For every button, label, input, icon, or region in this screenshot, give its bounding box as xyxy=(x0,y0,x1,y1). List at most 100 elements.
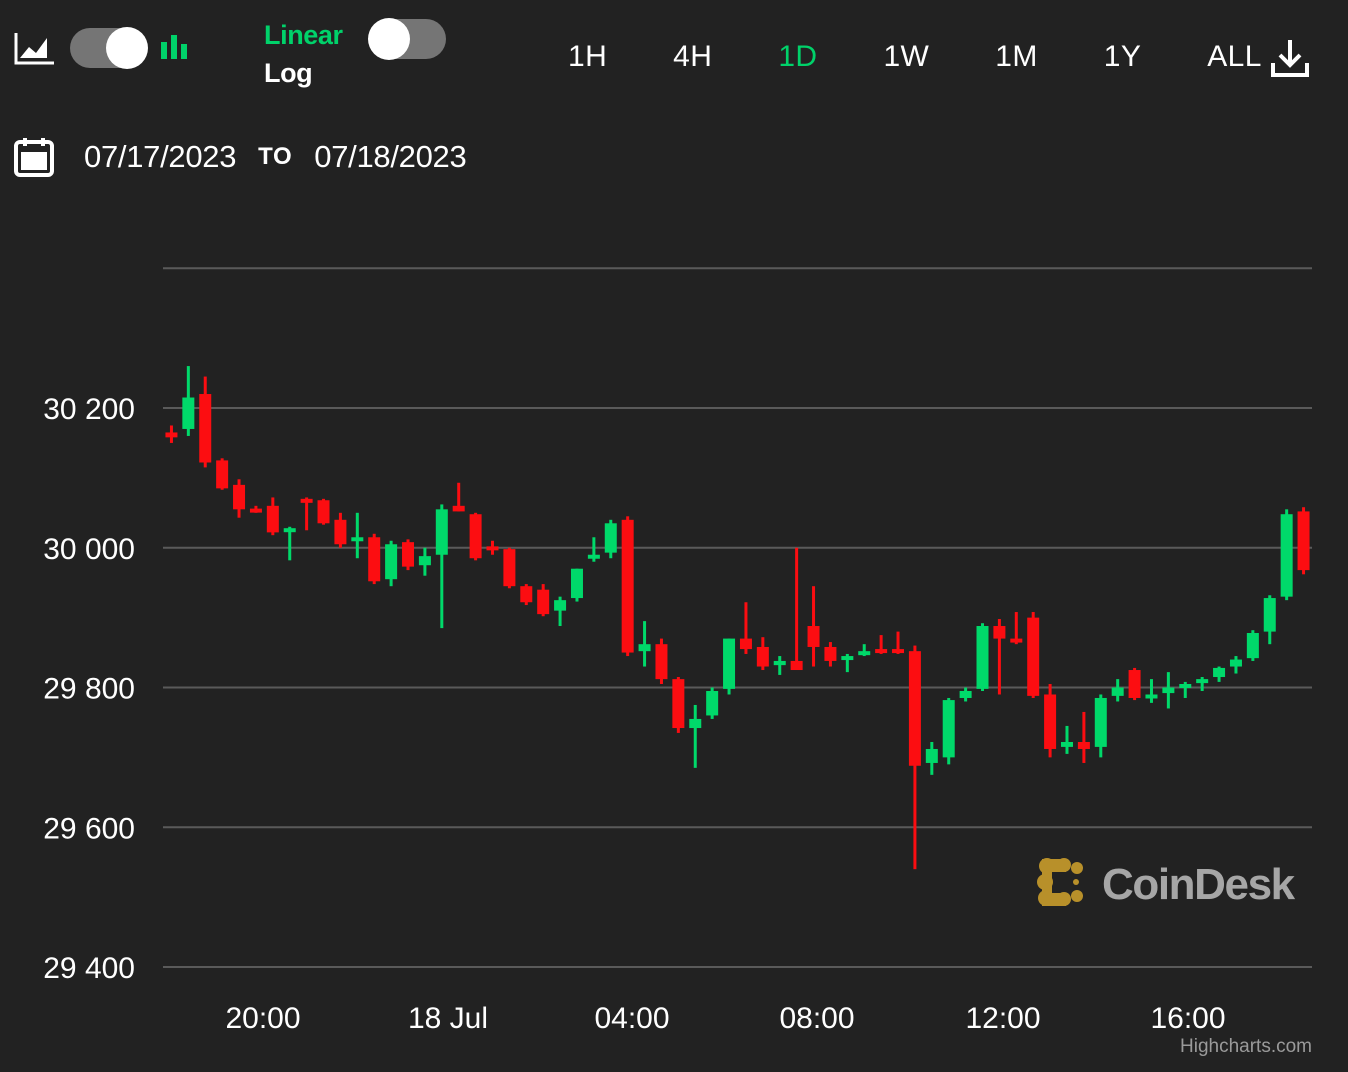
candlestick xyxy=(875,635,888,654)
candlestick xyxy=(1263,595,1276,645)
candle-body xyxy=(283,528,296,533)
candlestick xyxy=(1196,677,1209,691)
candlestick xyxy=(317,498,330,525)
candlestick xyxy=(756,637,769,671)
candlestick xyxy=(1044,684,1057,758)
candle-body xyxy=(266,505,279,533)
candle-wick xyxy=(778,656,782,675)
candlestick xyxy=(418,547,431,576)
candlestick xyxy=(554,596,567,627)
chart-toolbar: Linear Log 1H 4H 1D 1W 1M 1Y ALL xyxy=(0,0,1348,118)
candle-body xyxy=(807,626,820,647)
candle-body xyxy=(1128,670,1141,698)
date-from[interactable]: 07/17/2023 xyxy=(84,139,236,175)
candlestick xyxy=(402,539,415,571)
scale-switcher: Linear Log xyxy=(264,16,454,102)
candlestick xyxy=(1010,612,1023,645)
candle-wick xyxy=(524,584,528,606)
candle-body xyxy=(790,660,803,671)
candle-wick xyxy=(1166,672,1170,709)
candlestick xyxy=(1077,711,1090,763)
candlestick xyxy=(908,645,921,870)
candle-body xyxy=(706,690,719,716)
range-button-1y[interactable]: 1Y xyxy=(1071,40,1175,74)
scale-log-label[interactable]: Log xyxy=(264,54,343,92)
candle-body xyxy=(233,484,246,510)
candle-wick xyxy=(659,638,663,685)
candle-wick xyxy=(828,642,832,667)
range-button-1h[interactable]: 1H xyxy=(535,40,640,74)
candle-wick xyxy=(1133,667,1137,701)
candle-body xyxy=(1077,742,1090,749)
candle-wick xyxy=(845,653,849,673)
candle-body xyxy=(655,644,668,680)
chart-type-toggle[interactable] xyxy=(70,27,148,69)
candle-body xyxy=(1263,598,1276,632)
range-button-1w[interactable]: 1W xyxy=(850,40,962,74)
toggle-knob xyxy=(106,27,148,69)
range-button-1m[interactable]: 1M xyxy=(962,40,1070,74)
scale-toggle[interactable] xyxy=(368,18,446,60)
range-button-4h[interactable]: 4H xyxy=(640,40,745,74)
candlestick xyxy=(249,505,262,513)
candle-wick xyxy=(1200,677,1204,691)
candle-body xyxy=(570,568,583,599)
candlestick xyxy=(942,697,955,765)
scale-linear-label[interactable]: Linear xyxy=(264,16,343,54)
highcharts-credit[interactable]: Highcharts.com xyxy=(1180,1036,1312,1057)
candle-wick xyxy=(727,638,731,695)
candle-wick xyxy=(237,479,241,518)
candlestick xyxy=(655,638,668,685)
candle-wick xyxy=(541,584,545,617)
candlestick xyxy=(182,366,195,436)
candle-wick xyxy=(930,742,934,775)
candle-wick xyxy=(643,621,647,667)
candle-body xyxy=(1179,684,1192,689)
candle-wick xyxy=(592,537,596,562)
date-range-picker[interactable]: 07/17/2023 TO 07/18/2023 xyxy=(14,130,467,184)
candlestick xyxy=(1280,509,1293,601)
candle-wick xyxy=(490,540,494,555)
candlestick xyxy=(858,644,871,657)
candle-body xyxy=(435,509,448,555)
scale-labels: Linear Log xyxy=(264,16,343,92)
candle-wick xyxy=(812,586,816,667)
candlestick xyxy=(165,425,178,443)
candlestick-chart-icon[interactable] xyxy=(158,31,192,65)
x-axis-tick-label: 18 Jul xyxy=(408,1002,488,1035)
candle-body xyxy=(858,651,871,656)
candlestick xyxy=(723,638,736,695)
calendar-icon[interactable] xyxy=(14,136,54,178)
candlestick xyxy=(1111,679,1124,702)
candle-wick xyxy=(981,623,985,691)
candlestick xyxy=(1027,612,1040,698)
candlestick xyxy=(486,540,499,555)
area-chart-icon[interactable] xyxy=(14,31,56,65)
date-to[interactable]: 07/18/2023 xyxy=(314,139,466,175)
y-axis-tick-label: 30 000 xyxy=(43,533,135,566)
candlestick xyxy=(1213,666,1226,682)
candle-wick xyxy=(474,512,478,561)
candle-wick xyxy=(710,687,714,719)
candlestick xyxy=(604,519,617,559)
candle-body xyxy=(689,718,702,729)
candlestick xyxy=(1060,725,1073,754)
candle-body xyxy=(486,546,499,551)
candle-body xyxy=(317,500,330,524)
candle-body xyxy=(773,660,786,666)
candlestick xyxy=(807,586,820,667)
candlestick xyxy=(1128,667,1141,701)
download-icon[interactable] xyxy=(1268,36,1312,80)
candle-wick xyxy=(355,512,359,559)
candle-wick xyxy=(457,482,461,512)
candlestick xyxy=(1179,681,1192,698)
candle-body xyxy=(1229,659,1242,667)
candlestick xyxy=(1246,630,1259,661)
candle-body xyxy=(672,679,685,729)
candle-body xyxy=(1162,687,1175,694)
candle-body xyxy=(621,519,634,653)
candle-wick xyxy=(1149,679,1153,703)
candle-body xyxy=(385,544,398,580)
candle-wick xyxy=(507,547,511,589)
range-button-1d[interactable]: 1D xyxy=(745,40,850,74)
